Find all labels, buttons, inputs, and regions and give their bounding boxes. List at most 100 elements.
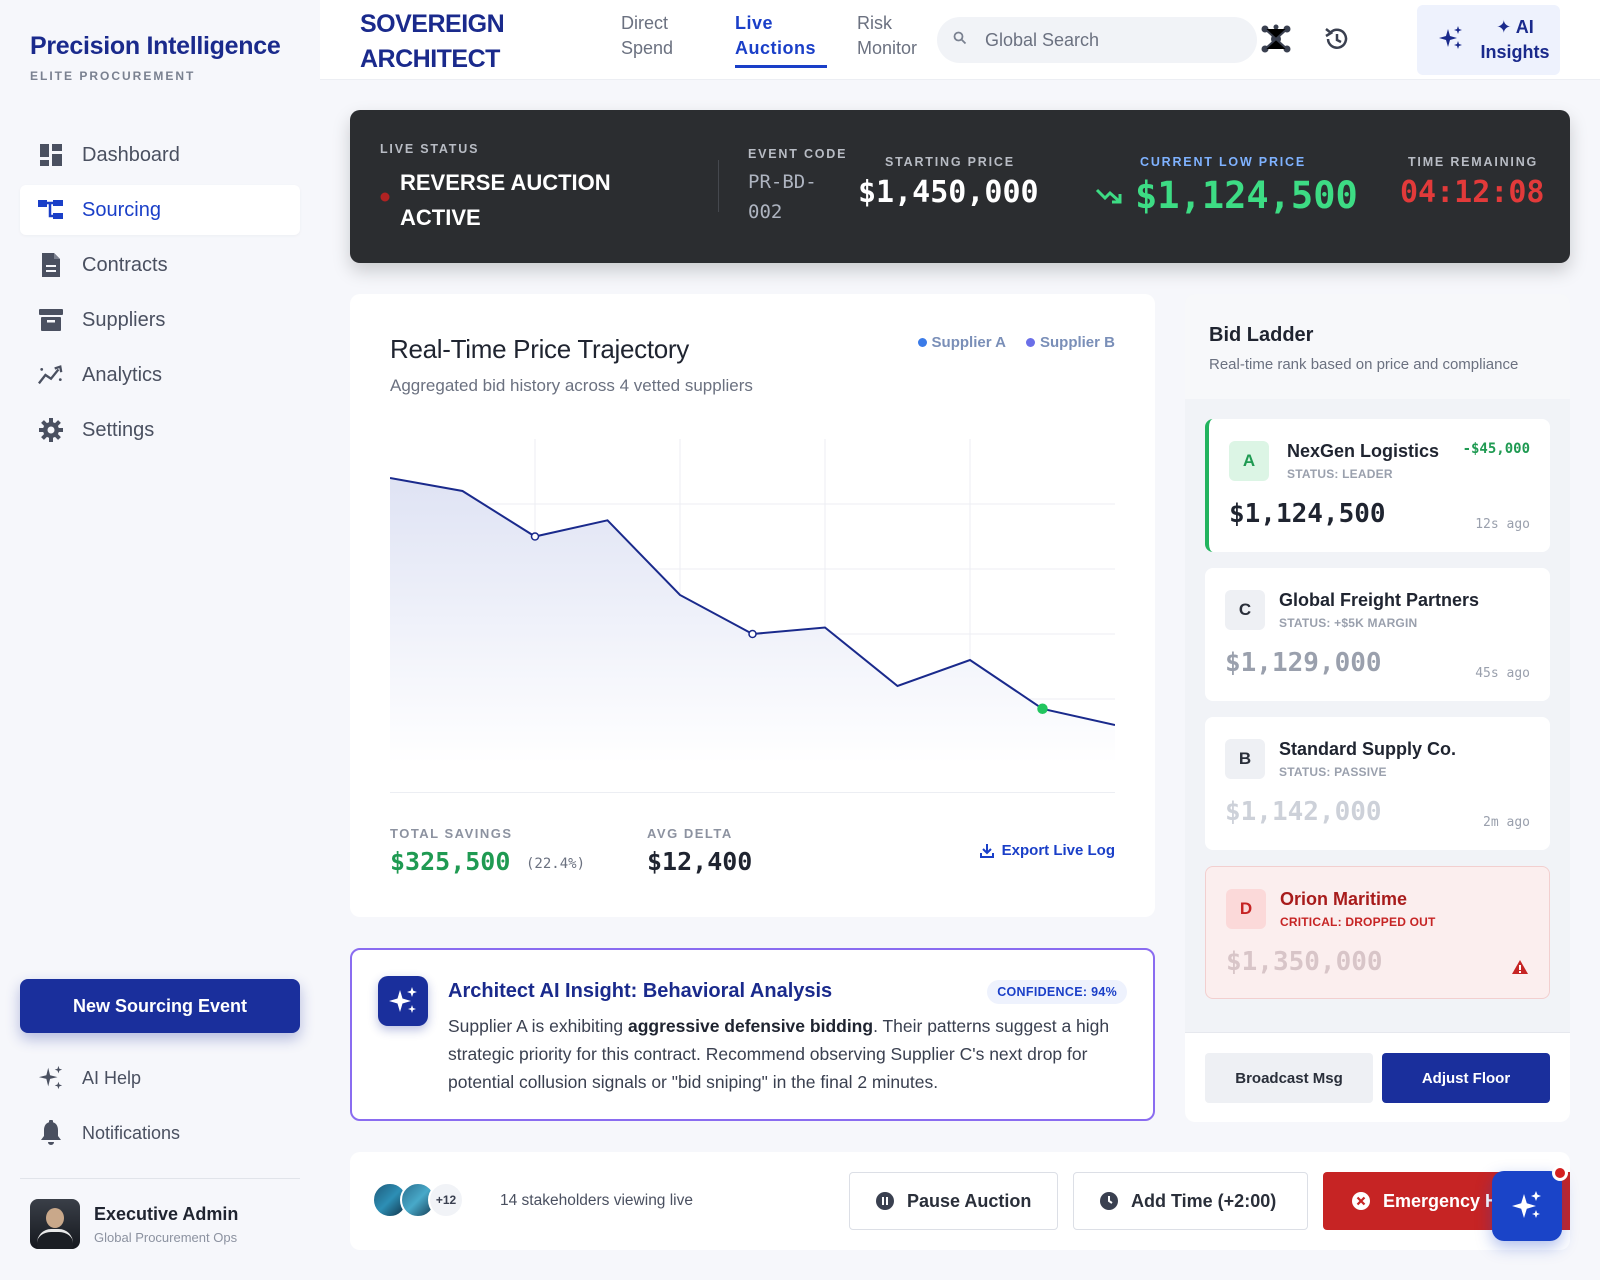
bid-card-leader[interactable]: A NexGen Logistics STATUS: LEADER -$45,0… xyxy=(1205,419,1550,552)
tab-risk-monitor[interactable]: Risk Monitor xyxy=(857,11,917,61)
supplier-badge: D xyxy=(1226,889,1266,929)
bell-icon xyxy=(38,1120,64,1146)
tab-direct-spend[interactable]: Direct Spend xyxy=(621,11,673,61)
latest-bid-point xyxy=(1037,703,1048,714)
pause-icon xyxy=(875,1191,895,1211)
time-remaining: 04:12:08 xyxy=(1400,175,1545,210)
sidebar-item-settings[interactable]: Settings xyxy=(20,405,300,455)
pause-auction-button[interactable]: Pause Auction xyxy=(849,1172,1058,1230)
app-logo[interactable]: SOVEREIGN ARCHITECT xyxy=(360,7,505,77)
tab-live-auctions[interactable]: Live Auctions xyxy=(735,11,816,61)
viewers-count-text: 14 stakeholders viewing live xyxy=(500,1192,693,1209)
event-code-line: 002 xyxy=(748,201,783,223)
bid-time: 2m ago xyxy=(1483,815,1530,830)
ai-insights-label: ✦ AI xyxy=(1496,17,1534,37)
user-name: Executive Admin xyxy=(94,1203,239,1224)
legend-item: Supplier B xyxy=(1025,334,1115,351)
close-circle-icon xyxy=(1351,1191,1371,1211)
supplier-name: Orion Maritime xyxy=(1280,889,1408,909)
bid-point xyxy=(530,532,540,541)
warning-icon xyxy=(1511,959,1529,980)
bid-ladder-subtitle: Real-time rank based on price and compli… xyxy=(1209,356,1519,373)
sidebar-item-label: Notifications xyxy=(82,1122,181,1143)
confidence-badge: CONFIDENCE: 94% xyxy=(987,980,1127,1004)
insight-text-emphasis: aggressive defensive bidding xyxy=(627,1016,874,1036)
tab-label: Spend xyxy=(621,38,674,58)
bid-price: $1,124,500 xyxy=(1229,499,1386,529)
sparkle-icon xyxy=(378,976,428,1026)
status-line: ACTIVE xyxy=(400,205,481,230)
tab-label: Risk xyxy=(857,13,892,33)
status-line: REVERSE AUCTION xyxy=(400,170,611,195)
chart-legend: Supplier A Supplier B xyxy=(898,334,1115,351)
logo-line-1: SOVEREIGN xyxy=(360,10,505,38)
ai-insight-card: Architect AI Insight: Behavioral Analysi… xyxy=(350,948,1155,1121)
trending-down-icon xyxy=(1095,185,1123,210)
tab-label: Direct xyxy=(621,13,669,33)
supplier-status: STATUS: PASSIVE xyxy=(1279,765,1387,779)
current-low-price: $1,124,500 xyxy=(1135,174,1358,217)
download-icon xyxy=(979,843,994,858)
new-sourcing-event-button[interactable]: New Sourcing Event xyxy=(20,979,300,1033)
ai-assistant-fab[interactable] xyxy=(1492,1165,1568,1241)
more-viewers-count: +12 xyxy=(428,1182,464,1218)
price-trajectory-chart xyxy=(390,439,1115,764)
ai-insights-button[interactable]: ✦ AI Insights xyxy=(1417,5,1560,75)
sidebar-item-notifications[interactable]: Notifications xyxy=(20,1108,300,1158)
sidebar-item-contracts[interactable]: Contracts xyxy=(20,240,300,290)
insight-title: Architect AI Insight: Behavioral Analysi… xyxy=(448,980,833,1002)
total-savings-value: $325,500 xyxy=(390,847,511,876)
pause-auction-label: Pause Auction xyxy=(907,1190,1032,1211)
bid-price: $1,142,000 xyxy=(1225,797,1382,827)
sparkle-icon xyxy=(1511,1190,1543,1222)
network-icon[interactable] xyxy=(1259,22,1293,56)
user-profile[interactable]: Executive Admin Global Procurement Ops xyxy=(30,1199,238,1249)
bid-price: $1,350,000 xyxy=(1226,947,1383,977)
bid-price: $1,129,000 xyxy=(1225,648,1382,678)
global-search[interactable] xyxy=(937,17,1257,63)
viewer-avatars: +12 xyxy=(372,1182,464,1218)
sidebar: Precision Intelligence ELITE PROCUREMENT… xyxy=(0,0,320,1280)
export-live-log-link[interactable]: Export Live Log xyxy=(979,842,1115,859)
event-code: PR-BD- 002 xyxy=(748,167,817,227)
chart-subtitle: Aggregated bid history across 4 vetted s… xyxy=(390,376,753,395)
broadcast-message-button[interactable]: Broadcast Msg xyxy=(1205,1053,1373,1103)
bid-ladder-title: Bid Ladder xyxy=(1209,324,1314,346)
sidebar-item-label: AI Help xyxy=(82,1067,142,1088)
bid-ladder-actions: Broadcast Msg Adjust Floor xyxy=(1185,1032,1570,1122)
legend-label: Supplier A xyxy=(931,334,1006,351)
banner-divider xyxy=(718,160,719,212)
add-time-button[interactable]: Add Time (+2:00) xyxy=(1073,1172,1308,1230)
bid-card[interactable]: C Global Freight Partners STATUS: +$5K M… xyxy=(1205,568,1550,701)
legend-dot xyxy=(1025,338,1035,347)
auction-status-banner: LIVE STATUS REVERSE AUCTION ACTIVE EVENT… xyxy=(350,110,1570,263)
bid-card[interactable]: B Standard Supply Co. STATUS: PASSIVE $1… xyxy=(1205,717,1550,850)
sidebar-item-suppliers[interactable]: Suppliers xyxy=(20,295,300,345)
supplier-badge: A xyxy=(1229,441,1269,481)
bid-point xyxy=(748,629,757,639)
search-input[interactable] xyxy=(985,29,1235,51)
event-code-label: EVENT CODE xyxy=(748,147,848,161)
user-role: Global Procurement Ops xyxy=(94,1229,238,1245)
event-code-line: PR-BD- xyxy=(748,171,817,193)
legend-item: Supplier A xyxy=(917,334,1006,351)
brand-name: Precision Intelligence xyxy=(30,32,281,60)
tab-label: Live xyxy=(735,13,774,33)
notification-dot xyxy=(1552,1165,1568,1181)
settings-icon xyxy=(38,417,64,443)
supplier-status: STATUS: +$5K MARGIN xyxy=(1279,616,1418,630)
supplier-status: STATUS: LEADER xyxy=(1287,467,1393,481)
sidebar-item-ai-help[interactable]: AI Help xyxy=(20,1053,300,1103)
time-remaining-label: TIME REMAINING xyxy=(1408,155,1539,169)
sidebar-item-analytics[interactable]: Analytics xyxy=(20,350,300,400)
price-area xyxy=(390,478,1115,764)
bid-time: 12s ago xyxy=(1475,517,1530,532)
sidebar-item-dashboard[interactable]: Dashboard xyxy=(20,130,300,180)
supplier-status: CRITICAL: DROPPED OUT xyxy=(1280,915,1436,929)
bid-card-critical[interactable]: D Orion Maritime CRITICAL: DROPPED OUT $… xyxy=(1205,866,1550,999)
adjust-floor-button[interactable]: Adjust Floor xyxy=(1382,1053,1550,1103)
history-icon[interactable] xyxy=(1320,22,1354,56)
sidebar-item-sourcing[interactable]: Sourcing xyxy=(20,185,300,235)
avg-delta-label: AVG DELTA xyxy=(647,826,733,841)
total-savings-percent: (22.4%) xyxy=(526,856,586,872)
